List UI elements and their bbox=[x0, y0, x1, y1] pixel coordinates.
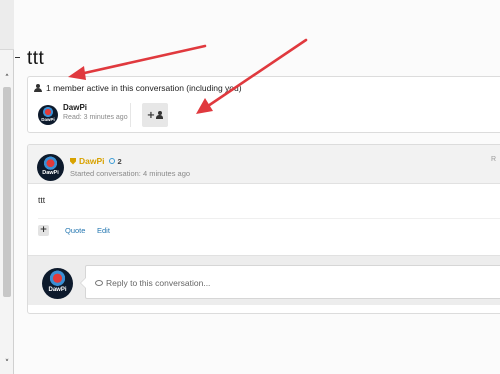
user-icon bbox=[34, 84, 42, 92]
comment-icon bbox=[95, 280, 103, 286]
author-line: DawPi 2 bbox=[70, 156, 122, 166]
message-block: DawPi DawPi 2 Started conversation: 4 mi… bbox=[27, 144, 500, 314]
divider bbox=[38, 218, 500, 219]
edit-link[interactable]: Edit bbox=[97, 226, 110, 235]
sidebar-top-block bbox=[0, 0, 14, 50]
plus-icon: + bbox=[146, 109, 156, 121]
reply-placeholder-text: Reply to this conversation... bbox=[106, 278, 211, 288]
participants-header: 1 member active in this conversation (in… bbox=[34, 83, 242, 93]
invite-participant-button[interactable]: + bbox=[142, 103, 168, 127]
message-body: ttt bbox=[38, 195, 46, 205]
post-number[interactable]: R bbox=[491, 156, 496, 163]
author-name-link[interactable]: DawPi bbox=[79, 156, 105, 166]
participants-summary: 1 member active in this conversation (in… bbox=[46, 83, 242, 93]
user-icon bbox=[156, 111, 164, 119]
started-timestamp[interactable]: Started conversation: 4 minutes ago bbox=[70, 169, 190, 178]
quote-link[interactable]: Quote bbox=[65, 226, 85, 235]
avatar-label: DawPi bbox=[41, 117, 55, 122]
message-header: DawPi DawPi 2 Started conversation: 4 mi… bbox=[28, 145, 500, 184]
divider bbox=[130, 103, 131, 127]
page-title: ttt bbox=[27, 48, 45, 69]
participant-name-link[interactable]: DawPi bbox=[63, 103, 87, 112]
reply-placeholder: Reply to this conversation... bbox=[95, 278, 210, 288]
avatar-label: DawPi bbox=[48, 287, 67, 293]
reply-input[interactable]: Reply to this conversation... bbox=[80, 265, 500, 299]
participants-block: 1 member active in this conversation (in… bbox=[27, 76, 500, 133]
participant-read-status: Read: 3 minutes ago bbox=[63, 114, 128, 121]
scrollbar-thumb[interactable] bbox=[3, 87, 11, 297]
scroll-up-arrow-icon[interactable]: ˄ bbox=[2, 74, 12, 84]
left-sidebar: ˄ ˅ bbox=[0, 0, 14, 374]
annotation-arrow-1 bbox=[68, 44, 207, 80]
avatar[interactable]: DawPi bbox=[38, 105, 58, 125]
avatar-label: DawPi bbox=[42, 170, 59, 176]
divider bbox=[15, 57, 20, 58]
avatar: DawPi bbox=[42, 268, 73, 299]
shield-icon bbox=[70, 157, 76, 165]
quick-reply-area: DawPi Reply to this conversation... bbox=[28, 255, 500, 305]
reaction-score-icon bbox=[108, 158, 115, 164]
avatar[interactable]: DawPi bbox=[37, 154, 64, 181]
reaction-count: 2 bbox=[117, 156, 122, 166]
more-options-button[interactable]: + bbox=[38, 225, 49, 236]
scroll-down-arrow-icon[interactable]: ˅ bbox=[2, 359, 12, 369]
